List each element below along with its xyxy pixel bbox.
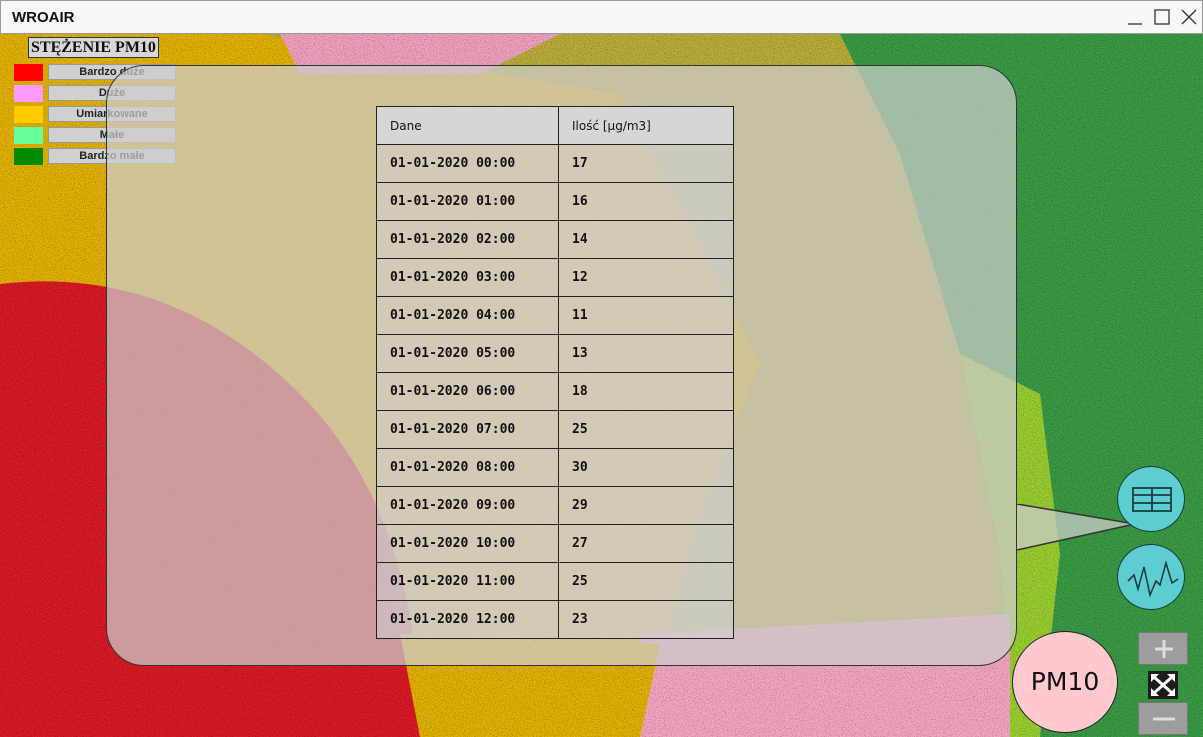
close-button[interactable] [1179,7,1199,27]
date-cell: 01-01-2020 12:00 [376,600,559,639]
value-cell: 27 [558,524,734,563]
value-cell: 25 [558,562,734,601]
table-row: 01-01-2020 09:00 29 [376,486,734,525]
table-row: 01-01-2020 06:00 18 [376,372,734,411]
table-row: 01-01-2020 02:00 14 [376,220,734,259]
table-row: 01-01-2020 07:00 25 [376,410,734,449]
column-header-amount: Ilość [µg/m3] [558,106,734,145]
pollution-map[interactable]: STĘŻENIE PM10 Bardzo duże Duże Umiarkowa… [0,34,1203,737]
table-row: 01-01-2020 00:00 17 [376,144,734,183]
table-header-row: Dane Ilość [µg/m3] [376,106,734,145]
legend-swatch [14,148,43,165]
table-row: 01-01-2020 01:00 16 [376,182,734,221]
table-icon [1132,487,1172,512]
table-row: 01-01-2020 10:00 27 [376,524,734,563]
value-cell: 16 [558,182,734,221]
table-row: 01-01-2020 12:00 23 [376,600,734,639]
table-row: 01-01-2020 11:00 25 [376,562,734,601]
legend-title: STĘŻENIE PM10 [28,37,159,58]
date-cell: 01-01-2020 08:00 [376,448,559,487]
table-row: 01-01-2020 03:00 12 [376,258,734,297]
app-title: WROAIR [12,9,75,26]
maximize-button[interactable] [1152,7,1172,27]
table-row: 01-01-2020 08:00 30 [376,448,734,487]
date-cell: 01-01-2020 02:00 [376,220,559,259]
minimize-button[interactable] [1125,7,1145,27]
value-cell: 25 [558,410,734,449]
line-chart-icon [1127,560,1179,598]
minimize-icon [1128,23,1142,25]
date-cell: 01-01-2020 10:00 [376,524,559,563]
maximize-icon [1154,9,1170,25]
date-cell: 01-01-2020 09:00 [376,486,559,525]
panel-tail [1016,504,1135,551]
zoom-in-button[interactable] [1138,632,1188,665]
table-row: 01-01-2020 05:00 13 [376,334,734,373]
fullscreen-button[interactable] [1148,671,1178,699]
zoom-out-button[interactable] [1138,702,1188,735]
table-row: 01-01-2020 04:00 11 [376,296,734,335]
value-cell: 11 [558,296,734,335]
date-cell: 01-01-2020 04:00 [376,296,559,335]
date-cell: 01-01-2020 06:00 [376,372,559,411]
value-cell: 29 [558,486,734,525]
measurements-table: Dane Ilość [µg/m3] 01-01-2020 00:00 17 01… [376,106,734,639]
value-cell: 17 [558,144,734,183]
date-cell: 01-01-2020 00:00 [376,144,559,183]
value-cell: 12 [558,258,734,297]
value-cell: 18 [558,372,734,411]
date-cell: 01-01-2020 03:00 [376,258,559,297]
legend-swatch [14,85,43,102]
value-cell: 30 [558,448,734,487]
date-cell: 01-01-2020 07:00 [376,410,559,449]
legend-swatch [14,64,43,81]
legend-swatch [14,106,43,123]
pollutant-selector-button[interactable]: PM10 [1012,631,1118,733]
value-cell: 23 [558,600,734,639]
date-cell: 01-01-2020 11:00 [376,562,559,601]
date-cell: 01-01-2020 05:00 [376,334,559,373]
minus-icon [1153,717,1175,721]
plus-icon [1155,640,1173,658]
legend-swatch [14,127,43,144]
date-cell: 01-01-2020 01:00 [376,182,559,221]
close-icon [1181,9,1197,25]
value-cell: 14 [558,220,734,259]
column-header-date: Dane [376,106,559,145]
chart-view-button[interactable] [1117,544,1185,610]
fullscreen-icon [1148,671,1178,699]
table-view-button[interactable] [1117,466,1185,532]
value-cell: 13 [558,334,734,373]
window-titlebar: WROAIR [0,0,1203,34]
